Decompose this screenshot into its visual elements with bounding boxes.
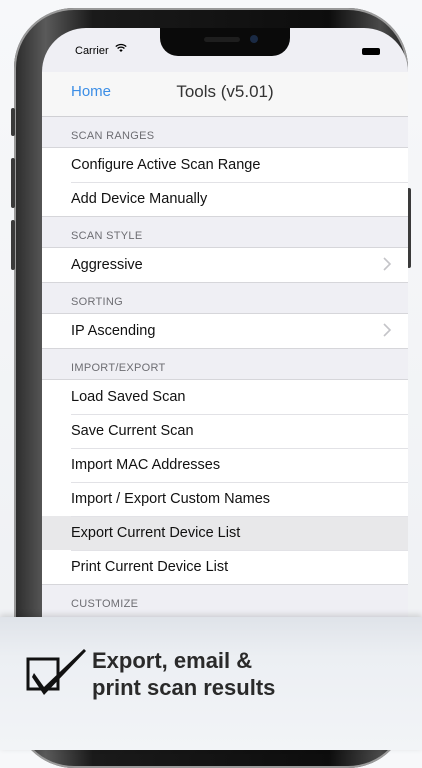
row-import-export-custom-names[interactable]: Import / Export Custom Names — [42, 482, 408, 516]
row-label: Load Saved Scan — [71, 389, 186, 405]
chevron-right-icon — [383, 257, 392, 271]
row-save-current-scan[interactable]: Save Current Scan — [42, 414, 408, 448]
row-label: Configure Active Scan Range — [71, 157, 261, 173]
section-header-customize: CUSTOMIZE — [71, 598, 139, 610]
row-label: IP Ascending — [71, 323, 156, 339]
section-header-scan-style: SCAN STYLE — [71, 230, 143, 242]
speaker-grille — [204, 37, 240, 42]
row-label: Import / Export Custom Names — [71, 491, 271, 507]
row-label: Aggressive — [71, 257, 143, 273]
battery-icon — [362, 48, 380, 55]
volume-up-button — [11, 158, 15, 208]
group-scan-ranges: Configure Active Scan Range Add Device M… — [42, 147, 408, 217]
checkbox-checked-icon — [26, 649, 86, 695]
promo-banner: Export, email & print scan results — [0, 617, 422, 750]
group-sorting: IP Ascending — [42, 313, 408, 349]
row-label: Add Device Manually — [71, 191, 208, 207]
page-title: Tools (v5.01) — [176, 82, 274, 101]
navigation-bar: Home Tools (v5.01) — [42, 72, 408, 117]
section-header-import-export: IMPORT/EXPORT — [71, 362, 166, 374]
row-export-current-device-list[interactable]: Export Current Device List — [42, 516, 408, 550]
section-header-sorting: SORTING — [71, 296, 124, 308]
carrier-label: Carrier — [75, 45, 109, 57]
row-ip-ascending[interactable]: IP Ascending — [42, 314, 408, 348]
section-header-scan-ranges: SCAN RANGES — [71, 130, 155, 142]
row-add-device-manually[interactable]: Add Device Manually — [42, 182, 408, 216]
row-label: Print Current Device List — [71, 559, 229, 575]
row-label: Export Current Device List — [71, 525, 241, 541]
chevron-right-icon — [383, 323, 392, 337]
row-load-saved-scan[interactable]: Load Saved Scan — [42, 380, 408, 414]
banner-line-1: Export, email & — [92, 648, 253, 673]
row-label: Import MAC Addresses — [71, 457, 221, 473]
row-aggressive[interactable]: Aggressive — [42, 248, 408, 282]
mute-switch — [11, 108, 15, 136]
row-label: Save Current Scan — [71, 423, 194, 439]
wifi-icon — [115, 42, 127, 56]
group-scan-style: Aggressive — [42, 247, 408, 283]
group-import-export: Load Saved Scan Save Current Scan Import… — [42, 379, 408, 585]
banner-caption: Export, email & print scan results — [92, 647, 275, 701]
row-configure-active-scan-range[interactable]: Configure Active Scan Range — [42, 148, 408, 182]
banner-line-2: print scan results — [92, 675, 276, 700]
front-camera — [250, 35, 258, 43]
row-print-current-device-list[interactable]: Print Current Device List — [42, 550, 408, 584]
tools-list: SCAN RANGES Configure Active Scan Range … — [42, 117, 408, 615]
volume-down-button — [11, 220, 15, 270]
notch — [160, 28, 290, 56]
row-import-mac-addresses[interactable]: Import MAC Addresses — [42, 448, 408, 482]
